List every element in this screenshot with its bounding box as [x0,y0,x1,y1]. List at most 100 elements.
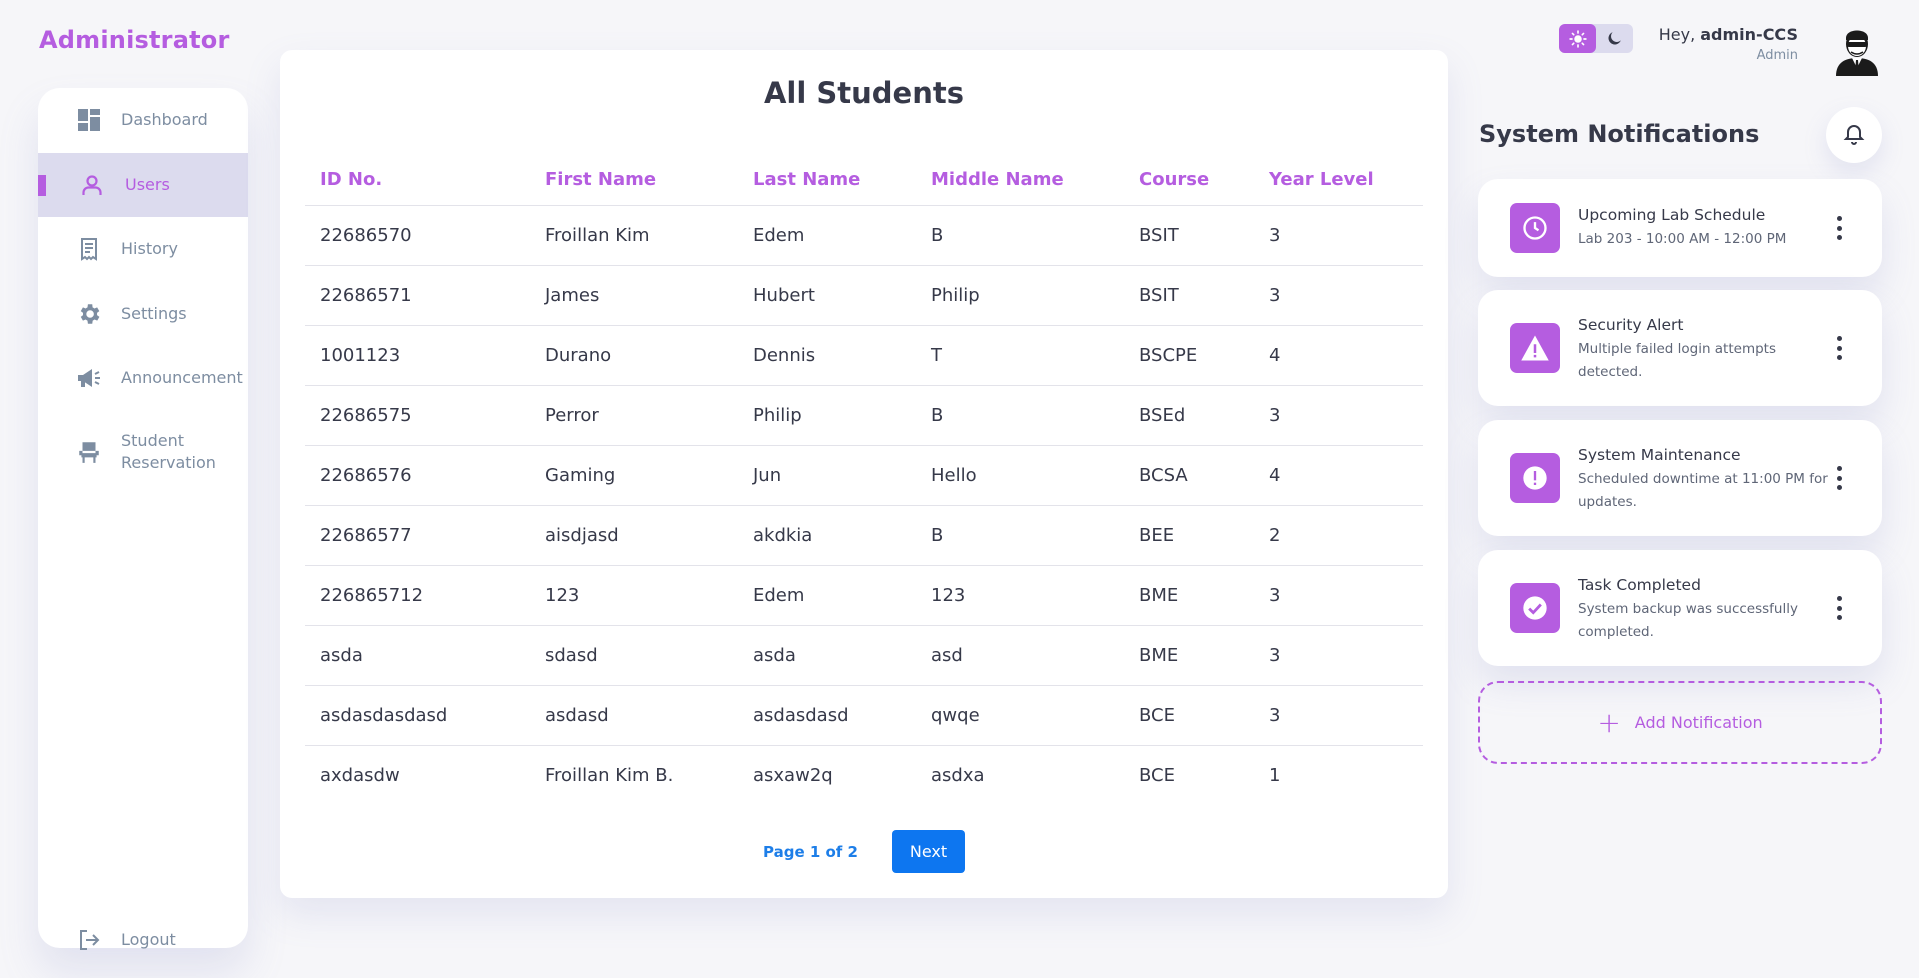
column-header[interactable]: First Name [530,146,738,206]
sun-icon[interactable] [1559,24,1596,53]
table-cell: 1 [1269,764,1281,786]
table-cell: asxaw2q [753,764,833,786]
table-row[interactable]: 22686575 Perror Philip B BSEd 3 [305,385,1423,446]
brand-title: Administrator [39,26,230,54]
sidebar-item-student-reservation[interactable]: Student Reservation [38,418,248,486]
table-cell: 3 [1254,385,1423,446]
sidebar-item-dashboard[interactable]: Dashboard [38,88,248,152]
sidebar-item-history[interactable]: History [38,217,248,281]
table-cell: asda [305,625,530,686]
sidebar-item-label: History [121,239,178,258]
column-header[interactable]: Last Name [738,146,916,206]
notification-card[interactable]: Security Alert Multiple failed login att… [1478,290,1882,406]
notification-body: System backup was successfully completed… [1578,601,1798,640]
table-cell: 3 [1254,205,1423,266]
table-cell: asdasdasdasd [305,685,530,746]
table-cell: akdkia [738,505,916,566]
notification-text: System Maintenance Scheduled downtime at… [1578,444,1828,514]
table-cell: BSEd [1124,385,1254,446]
table-cell: 3 [1254,625,1423,686]
table-row[interactable]: 22686571 James Hubert Philip BSIT 3 [305,265,1423,326]
table-header-row: ID No. First Name Last Name Middle Name … [305,146,1423,206]
table-cell: BEE [1124,505,1254,566]
table-cell: 22686571 [305,265,530,326]
user-icon [78,171,106,199]
table-cell: BCE [1139,764,1175,786]
table-row[interactable]: 22686576 Gaming Jun Hello BCSA 4 [305,445,1423,506]
more-options-icon[interactable] [1834,466,1844,490]
table-cell: T [916,325,1124,386]
table-row[interactable]: asdasdasdasd asdasd asdasdasd qwqe BCE 3 [305,685,1423,746]
plus-icon: + [1597,705,1621,739]
notification-text: Upcoming Lab Schedule Lab 203 - 10:00 AM… [1578,204,1828,251]
table-cell: 4 [1254,325,1423,386]
moon-icon[interactable] [1596,24,1633,53]
table-cell: BME [1124,625,1254,686]
table-row[interactable]: 22686570 Froillan Kim Edem B BSIT 3 [305,205,1423,266]
logout-label: Logout [121,930,176,949]
more-options-icon[interactable] [1834,336,1844,360]
column-header[interactable]: Year Level [1254,146,1423,206]
table-cell: sdasd [530,625,738,686]
notifications-bell-button[interactable] [1826,107,1882,163]
table-row[interactable]: 226865712 123 Edem 123 BME 3 [305,565,1423,626]
table-cell: 22686577 [305,505,530,566]
table-row[interactable]: asda sdasd asda asd BME 3 [305,625,1423,686]
exclamation-icon [1510,453,1560,503]
table-row[interactable]: 1001123 Durano Dennis T BSCPE 4 [305,325,1423,386]
notification-text: Security Alert Multiple failed login att… [1578,314,1828,384]
table-cell: Perror [530,385,738,446]
column-header[interactable]: Middle Name [916,146,1124,206]
notification-card[interactable]: Upcoming Lab Schedule Lab 203 - 10:00 AM… [1478,179,1882,277]
logout-button[interactable]: Logout [38,920,248,960]
admin-page: Administrator Dashboard Users History Se… [0,0,1919,978]
table-cell: B [916,205,1124,266]
chair-icon [75,438,103,466]
more-options-icon[interactable] [1834,596,1844,620]
logout-icon [75,926,103,954]
avatar[interactable] [1832,22,1882,76]
notification-card[interactable]: Task Completed System backup was success… [1478,550,1882,666]
notification-body: Scheduled downtime at 11:00 PM for updat… [1578,471,1828,510]
page-title: All Students [763,76,964,110]
table-cell: Edem [738,205,916,266]
table-cell: 4 [1254,445,1423,506]
table-cell: 3 [1254,265,1423,326]
notification-body: Lab 203 - 10:00 AM - 12:00 PM [1578,231,1787,247]
more-options-icon[interactable] [1834,216,1844,240]
column-header[interactable]: ID No. [305,146,530,206]
table-cell: Edem [738,565,916,626]
sidebar-item-label: Student Reservation [121,431,216,472]
table-cell: asda [738,625,916,686]
notification-card[interactable]: System Maintenance Scheduled downtime at… [1478,420,1882,536]
students-table: ID No. First Name Last Name Middle Name … [305,146,1423,805]
add-notification-button[interactable]: + Add Notification [1478,681,1882,764]
table-cell: Dennis [738,325,916,386]
notification-title: System Maintenance [1578,446,1741,464]
notification-title: Upcoming Lab Schedule [1578,206,1766,224]
table-row[interactable]: axdasdw Froillan Kim B. asxaw2q asdxa BCE 1 [305,745,1423,805]
table-cell: BME [1124,565,1254,626]
sidebar-item-settings[interactable]: Settings [38,282,248,346]
table-cell: Philip [916,265,1124,326]
table-cell: asdxa [931,764,985,786]
next-page-button[interactable]: Next [892,830,965,873]
notification-body: Multiple failed login attempts detected. [1578,341,1776,380]
greeting: Hey, admin-CCS [1659,25,1798,44]
sidebar-item-users[interactable]: Users [38,153,248,217]
sidebar-item-label: Announcement [121,368,243,387]
column-header[interactable]: Course [1124,146,1254,206]
table-cell: 226865712 [305,565,530,626]
theme-toggle[interactable] [1559,24,1633,53]
notification-text: Task Completed System backup was success… [1578,574,1828,644]
table-cell: Jun [738,445,916,506]
table-cell: aisdjasd [530,505,738,566]
students-card: All Students ID No. First Name Last Name… [280,50,1448,898]
table-row[interactable]: 22686577 aisdjasd akdkia B BEE 2 [305,505,1423,566]
sidebar: Dashboard Users History Settings Announc [38,88,248,950]
sidebar-item-label: Dashboard [121,110,208,129]
table-cell: 2 [1254,505,1423,566]
table-cell: Froillan Kim B. [545,764,674,786]
notifications-title: System Notifications [1479,120,1760,148]
sidebar-item-announcement[interactable]: Announcement [38,346,248,410]
